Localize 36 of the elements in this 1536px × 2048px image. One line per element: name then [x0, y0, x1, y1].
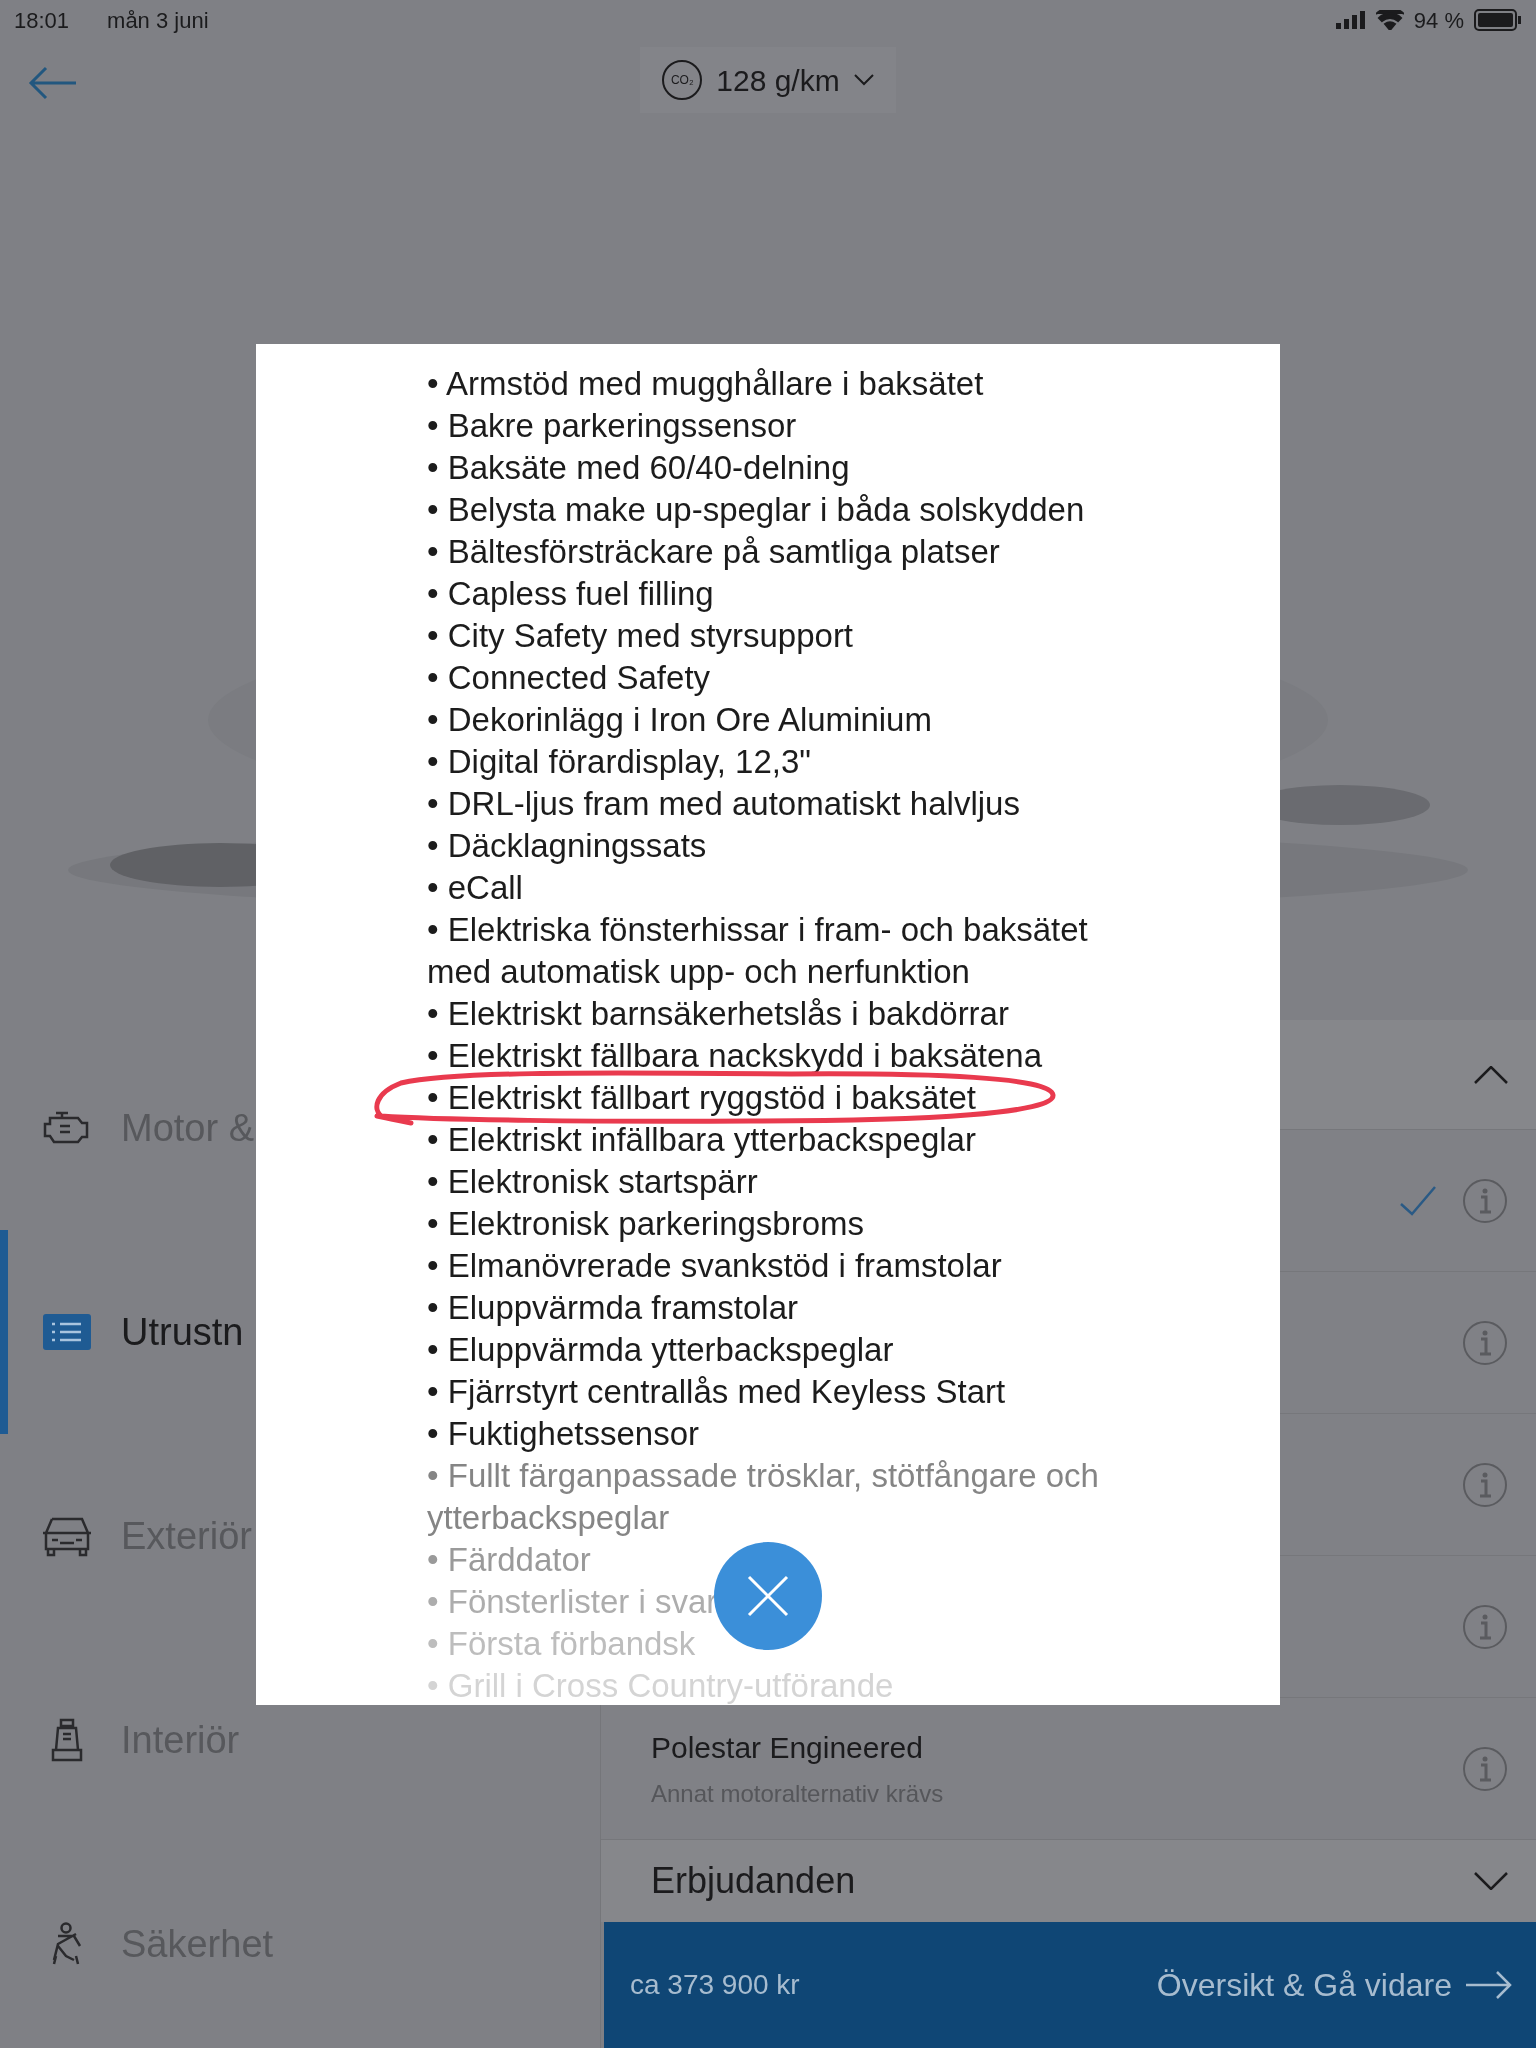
equipment-item: • Elektronisk parkeringsbroms	[427, 1205, 865, 1242]
equipment-item: • Elmanövrerade svankstöd i framstolar	[427, 1247, 1002, 1284]
equipment-item: • Baksäte med 60/40-delning	[427, 449, 850, 486]
equipment-item: • Capless fuel filling	[427, 575, 714, 612]
equipment-item: • Armstöd med mugghållare i baksätet	[427, 365, 984, 402]
equipment-item: • Fuktighetssensor	[427, 1415, 699, 1452]
equipment-item: • Fjärrstyrt centrallås med Keyless Start	[427, 1373, 1006, 1410]
equipment-item: • Belysta make up-speglar i båda solskydden	[427, 491, 1085, 528]
equipment-item: • Elektriskt infällbara ytterbackspeglar	[427, 1121, 976, 1158]
equipment-item: • Däcklagningssats	[427, 827, 707, 864]
battery-percent: 94 %	[1413, 6, 1464, 35]
co2-icon: CO₂	[662, 60, 703, 100]
equipment-item: • Eluppvärmda framstolar	[427, 1289, 799, 1326]
equipment-item: • Fönsterlister i svar	[427, 1583, 718, 1620]
price-text: ca 373 900 kr	[630, 1968, 800, 2002]
equipment-item: • Digital förardisplay, 12,3"	[427, 743, 811, 780]
section-title: Erbjudanden	[651, 1859, 856, 1903]
equipment-item: • Elektriskt barnsäkerhetslås i bakdörrar	[427, 995, 1009, 1032]
option-title: Polestar Engineered	[651, 1730, 924, 1766]
equipment-item: • DRL-ljus fram med automatiskt halvljus	[427, 785, 1020, 822]
equipment-item: • Eluppvärmda ytterbackspeglar	[427, 1331, 894, 1368]
equipment-item: • Elektriska fönsterhissar i fram- och baksätet med automatisk upp- och nerfunktion	[427, 911, 1088, 990]
equipment-item: • Bältesförsträckare på samtliga platser	[427, 533, 1000, 570]
equipment-item: • Elektriskt fällbara nackskydd i baksätena	[427, 1037, 1042, 1074]
status-time: 18:01	[14, 6, 70, 35]
status-date: mån 3 juni	[107, 6, 209, 35]
equipment-item: • Connected Safety	[427, 659, 711, 696]
equipment-item: • Dekorinlägg i Iron Ore Aluminium	[427, 701, 932, 738]
equipment-item: • Elektriskt fällbart ryggstöd i baksätet	[427, 1079, 976, 1116]
equipment-item: • Elektronisk startspärr	[427, 1163, 758, 1200]
equipment-item: • eCall	[427, 869, 523, 906]
equipment-item: • Bakre parkeringssensor	[427, 407, 797, 444]
equipment-item: • Fullt färganpassade trösklar, stötfångare och ytterbackspeglar	[427, 1457, 1099, 1536]
equipment-item: • Färddator	[427, 1541, 591, 1578]
equipment-item: • City Safety med styrsupport	[427, 617, 854, 654]
equipment-item: • Första förbandsk	[427, 1625, 696, 1662]
